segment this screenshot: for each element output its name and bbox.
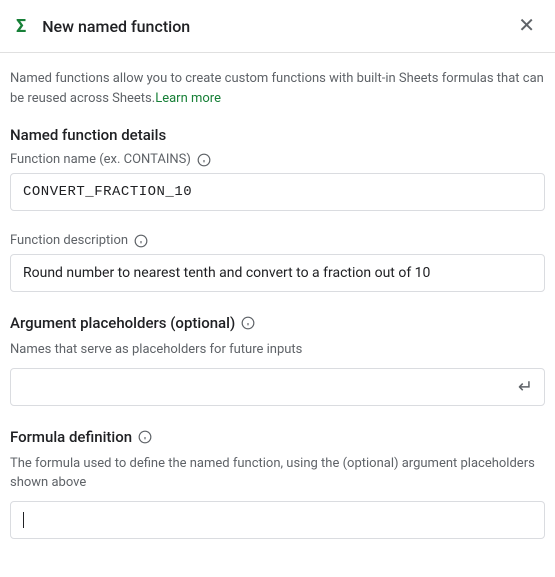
details-title: Named function details [10, 126, 545, 144]
arguments-helper: Names that serve as placeholders for fut… [10, 340, 545, 360]
arguments-input-wrap: ↵ [10, 368, 545, 406]
arguments-title: Argument placeholders (optional) [10, 314, 545, 332]
info-icon[interactable] [197, 153, 211, 167]
panel-body: Named functions allow you to create cust… [0, 53, 555, 577]
function-name-label: Function name (ex. CONTAINS) [10, 152, 545, 167]
details-section: Named function details Function name (ex… [10, 126, 545, 211]
close-button[interactable]: ✕ [514, 12, 539, 40]
formula-input[interactable] [10, 501, 545, 539]
panel-header: Σ New named function ✕ [0, 0, 555, 53]
arguments-section: Argument placeholders (optional) Names t… [10, 314, 545, 406]
intro-text: Named functions allow you to create cust… [10, 69, 545, 108]
panel-title: New named function [42, 17, 514, 36]
sigma-icon: Σ [16, 16, 26, 37]
function-name-input[interactable] [10, 173, 545, 211]
function-description-input[interactable] [10, 254, 545, 292]
info-icon[interactable] [134, 234, 148, 248]
description-section: Function description [10, 233, 545, 292]
text-cursor [23, 512, 24, 528]
info-icon[interactable] [138, 430, 152, 444]
formula-section: Formula definition The formula used to d… [10, 428, 545, 539]
close-icon: ✕ [518, 15, 535, 37]
formula-helper: The formula used to define the named fun… [10, 454, 545, 493]
function-description-label: Function description [10, 233, 545, 248]
learn-more-link[interactable]: Learn more [155, 91, 221, 106]
info-icon[interactable] [241, 316, 255, 330]
arguments-input[interactable] [10, 368, 545, 406]
formula-title: Formula definition [10, 428, 545, 446]
